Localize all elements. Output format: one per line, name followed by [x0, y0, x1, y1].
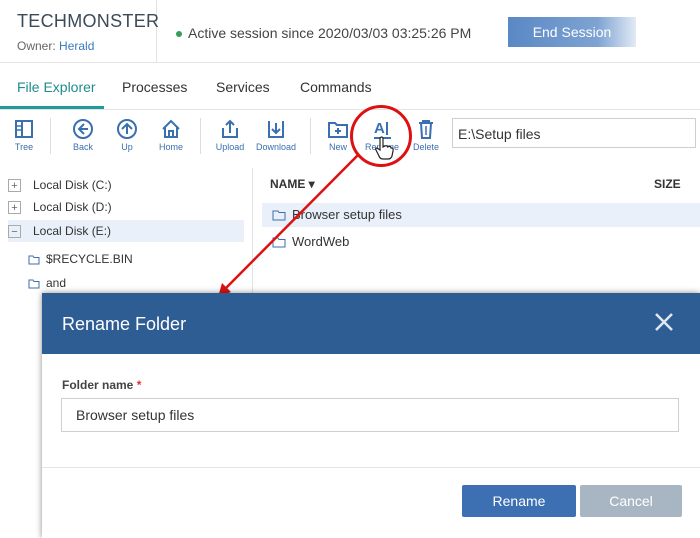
dialog-header: Rename Folder	[42, 293, 700, 354]
cancel-button[interactable]: Cancel	[580, 485, 682, 517]
hand-cursor-icon	[375, 136, 394, 160]
dialog-title: Rename Folder	[62, 314, 187, 334]
folder-name-label-text: Folder name	[62, 378, 134, 392]
close-icon[interactable]	[650, 308, 678, 336]
rename-folder-dialog: Rename Folder Folder name * Browser setu…	[42, 293, 700, 538]
dialog-divider	[42, 467, 700, 468]
required-mark: *	[136, 378, 142, 392]
rename-confirm-button[interactable]: Rename	[462, 485, 576, 517]
folder-name-input[interactable]: Browser setup files	[61, 398, 679, 432]
folder-name-label: Folder name *	[62, 378, 141, 392]
